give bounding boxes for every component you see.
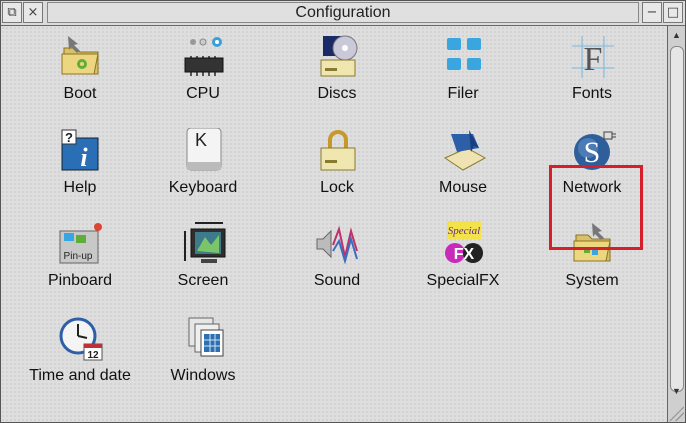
- item-fonts[interactable]: F Fonts: [536, 30, 648, 116]
- item-screen[interactable]: Screen: [147, 217, 259, 303]
- scroll-up-arrow-icon[interactable]: ▲: [669, 28, 684, 42]
- item-label: Filer: [447, 85, 479, 102]
- item-boot[interactable]: Boot: [24, 30, 136, 116]
- toggle-size-button[interactable]: □: [663, 2, 683, 23]
- item-pinboard[interactable]: Pin-up Pinboard: [24, 217, 136, 303]
- lock-icon: [320, 130, 356, 171]
- item-label: Discs: [317, 85, 357, 102]
- iconise-button[interactable]: −: [642, 2, 662, 23]
- item-mouse[interactable]: Mouse: [407, 124, 519, 210]
- sound-waveform-icon: [316, 225, 358, 265]
- fonts-icon: F: [572, 36, 614, 78]
- icon-grid: Boot CPU Discs Filer F Fonts ? i Help K …: [1, 26, 665, 422]
- screen-monitor-icon: [184, 222, 226, 263]
- item-label: CPU: [186, 85, 220, 102]
- item-label: Help: [63, 179, 97, 196]
- item-label: Screen: [177, 272, 229, 289]
- item-specialfx[interactable]: Special FX SpecialFX: [407, 217, 519, 303]
- item-windows[interactable]: Windows: [147, 312, 259, 398]
- item-help[interactable]: ? i Help: [24, 124, 136, 210]
- back-button[interactable]: ⧉: [2, 2, 22, 23]
- svg-text:K: K: [195, 130, 207, 150]
- discs-icon: [320, 35, 358, 77]
- item-label: System: [565, 272, 619, 289]
- item-label: Pinboard: [47, 272, 113, 289]
- item-sound[interactable]: Sound: [281, 217, 393, 303]
- scroll-down-arrow-icon[interactable]: ▼: [669, 384, 684, 398]
- network-highlight-box: [549, 165, 643, 250]
- svg-text:?: ?: [65, 130, 73, 145]
- item-label: Time and date: [29, 367, 131, 384]
- window-title[interactable]: Configuration: [47, 2, 639, 23]
- item-cpu[interactable]: CPU: [147, 30, 259, 116]
- cpu-chip-icon: [184, 37, 224, 76]
- specialfx-icon: Special FX: [445, 221, 483, 263]
- scroll-thumb[interactable]: [670, 46, 684, 392]
- item-label: Boot: [63, 85, 97, 102]
- item-discs[interactable]: Discs: [281, 30, 393, 116]
- resize-handle-icon[interactable]: [669, 406, 684, 421]
- item-label: Fonts: [571, 85, 612, 102]
- close-button[interactable]: ×: [23, 2, 43, 23]
- clock-calendar-icon: 12: [59, 317, 103, 361]
- svg-text:Pin-up: Pin-up: [64, 251, 93, 262]
- svg-text:12: 12: [87, 350, 99, 361]
- item-keyboard[interactable]: K Keyboard: [147, 124, 259, 210]
- item-label: Lock: [320, 179, 354, 196]
- help-icon: ? i: [61, 129, 99, 172]
- item-time-and-date[interactable]: 12 Time and date: [24, 312, 136, 398]
- title-bar[interactable]: ⧉ × Configuration − □: [1, 1, 685, 26]
- keyboard-key-icon: K: [186, 128, 222, 171]
- svg-text:i: i: [80, 143, 88, 172]
- item-lock[interactable]: Lock: [281, 124, 393, 210]
- boot-folder-icon: [61, 36, 99, 75]
- item-filer[interactable]: Filer: [407, 30, 519, 116]
- pinboard-icon: Pin-up: [59, 223, 102, 264]
- item-label: Sound: [313, 272, 361, 289]
- svg-text:FX: FX: [454, 246, 475, 263]
- windows-stack-icon: [188, 317, 224, 357]
- filer-icon: [447, 38, 481, 70]
- item-label: Keyboard: [168, 179, 238, 196]
- item-label: Windows: [170, 367, 236, 384]
- item-label: Mouse: [438, 179, 488, 196]
- item-label: SpecialFX: [426, 272, 500, 289]
- svg-text:F: F: [584, 41, 603, 78]
- vertical-scrollbar[interactable]: ▲ ▼: [667, 26, 685, 422]
- svg-text:Special: Special: [448, 225, 480, 237]
- mouse-icon: [443, 130, 487, 171]
- configuration-window: ⧉ × Configuration − □ Boot CPU Discs Fil…: [0, 0, 686, 423]
